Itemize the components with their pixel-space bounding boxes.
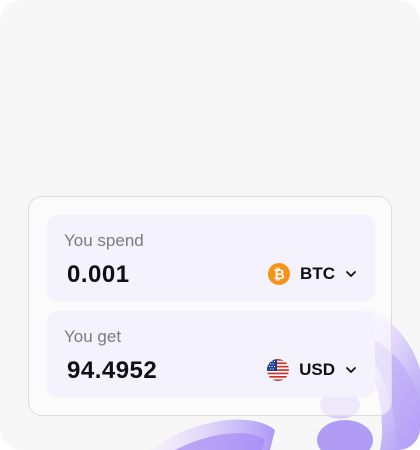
chevron-down-icon (346, 271, 356, 277)
us-flag-icon (267, 359, 290, 381)
widget-frame: You spend 0.001 ₿ BTC You get 94.4952 US… (0, 0, 420, 450)
get-currency-selector[interactable]: USD (267, 358, 357, 382)
spend-currency-code: BTC (300, 264, 335, 283)
bitcoin-icon: ₿ (268, 263, 291, 285)
chevron-down-icon (346, 367, 356, 373)
spend-panel: You spend 0.001 ₿ BTC (47, 215, 375, 301)
get-panel: You get 94.4952 USD (47, 311, 375, 397)
exchange-card: You spend 0.001 ₿ BTC You get 94.4952 US… (28, 196, 392, 416)
spend-currency-selector[interactable]: ₿ BTC (268, 262, 357, 286)
spend-label: You spend (64, 231, 144, 250)
bitcoin-glyph: ₿ (273, 266, 285, 282)
spend-amount-input[interactable]: 0.001 (67, 261, 130, 289)
get-label: You get (64, 327, 122, 346)
get-currency-code: USD (299, 360, 335, 379)
get-amount-value: 94.4952 (67, 357, 158, 384)
